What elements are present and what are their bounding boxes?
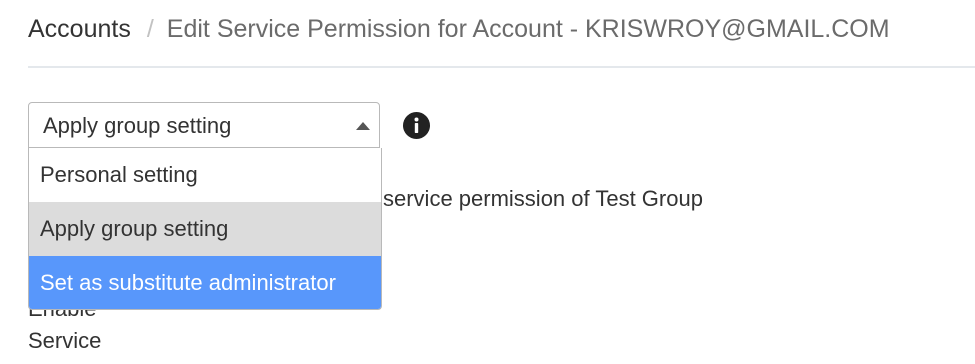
page-title: Edit Service Permission for Account - KR…	[166, 14, 890, 43]
option-apply-group-setting[interactable]: Apply group setting	[29, 202, 381, 256]
option-set-as-substitute-administrator[interactable]: Set as substitute administrator	[29, 256, 381, 309]
breadcrumb-accounts-link[interactable]: Accounts	[28, 15, 131, 44]
service-column-label: Service	[28, 328, 102, 353]
breadcrumb-separator: /	[146, 14, 154, 43]
caret-up-icon	[356, 122, 370, 130]
permission-mode-selected-value: Apply group setting	[43, 113, 232, 138]
breadcrumb: Accounts / Edit Service Permission for A…	[28, 11, 890, 47]
info-glyph	[414, 117, 419, 133]
info-icon[interactable]	[403, 112, 430, 139]
group-permission-text: service permission of Test Group	[383, 186, 703, 211]
permission-mode-options: Personal setting Apply group setting Set…	[28, 148, 382, 310]
header-divider	[28, 66, 975, 68]
option-personal-setting[interactable]: Personal setting	[29, 148, 381, 202]
permission-mode-select[interactable]: Apply group setting	[28, 102, 380, 148]
